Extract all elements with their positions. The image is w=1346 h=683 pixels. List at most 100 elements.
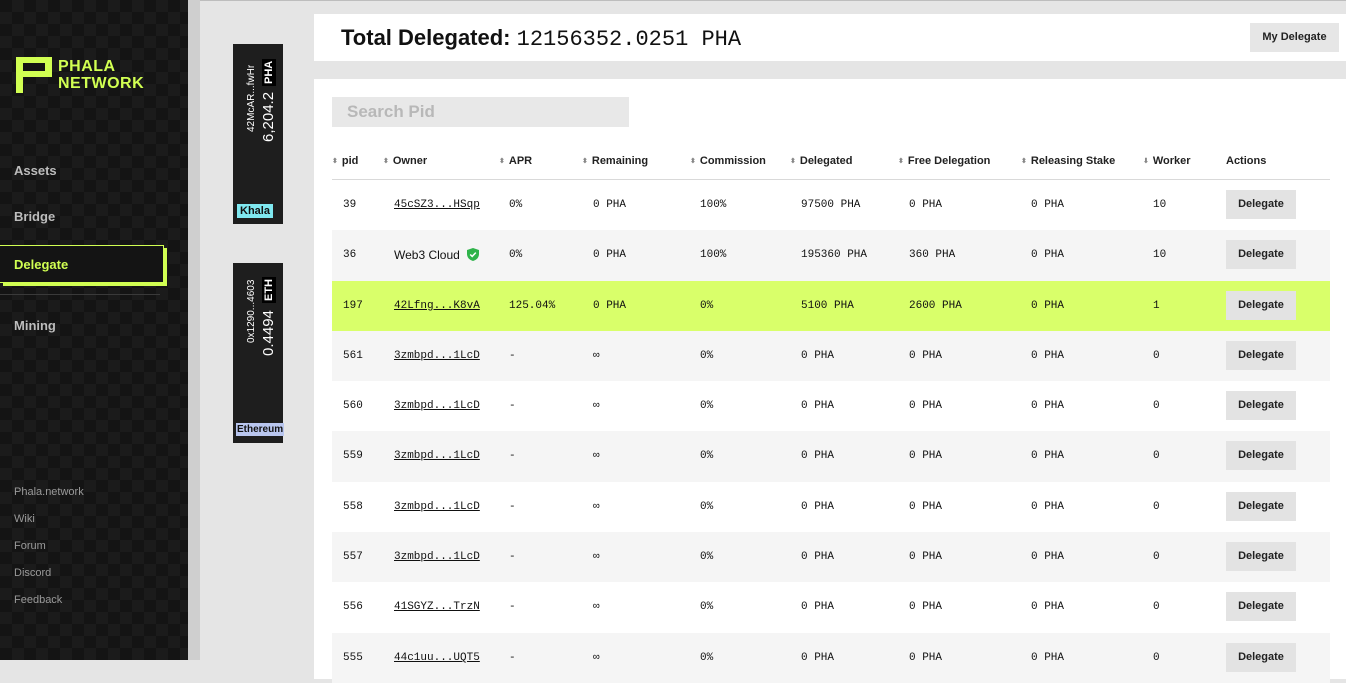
column-header-remaining[interactable]: ⬍ Remaining <box>582 155 648 167</box>
summary-header: Total Delegated: 12156352.0251 PHA My De… <box>314 14 1346 61</box>
column-label: pid <box>341 155 359 167</box>
phala-logo[interactable]: PHALA NETWORK <box>16 57 144 93</box>
cell-worker: 0 <box>1153 601 1160 614</box>
cell-pid: 560 <box>343 400 363 413</box>
cell-free-delegation: 0 PHA <box>909 450 943 463</box>
delegate-button[interactable]: Delegate <box>1226 240 1296 270</box>
network-badge-khala: Khala <box>237 204 273 218</box>
table-row: 555 44c1uu...UQT5 - ∞ 0% 0 PHA 0 PHA 0 PHA 0 Dele… <box>332 632 1330 683</box>
column-header-commission[interactable]: ⬍ Commission <box>690 155 766 167</box>
stake-pool-panel: ⬍pid ⬍Owner ⬍APR ⬍Remaining ⬍Commission … <box>314 79 1346 683</box>
table-row: 36 Web3 Cloud 0% 0 PHA 100% 195360 PHA 360 PHA… <box>332 230 1330 282</box>
cell-owner[interactable]: 3zmbpd...1LcD <box>394 381 480 431</box>
delegate-button[interactable]: Delegate <box>1226 391 1296 421</box>
table-row: 557 3zmbpd...1LcD - ∞ 0% 0 PHA 0 PHA 0 PHA 0 Dele… <box>332 532 1330 583</box>
total-delegated-value: 12156352.0251 PHA <box>516 27 742 52</box>
delegate-button[interactable]: Delegate <box>1226 491 1296 521</box>
cell-releasing-stake: 0 PHA <box>1031 500 1065 513</box>
cell-owner[interactable]: 3zmbpd...1LcD <box>394 532 480 582</box>
cell-owner: Web3 Cloud <box>394 230 479 282</box>
cell-remaining: ∞ <box>593 551 600 564</box>
delegate-button[interactable]: Delegate <box>1226 340 1296 370</box>
search-pid-input[interactable] <box>332 97 629 127</box>
nav-delegate[interactable]: Delegate <box>0 245 164 283</box>
column-header-worker[interactable]: ⬇ Worker <box>1143 155 1191 167</box>
wallet-address: 0x1290...4603 <box>246 279 257 343</box>
cell-releasing-stake: 0 PHA <box>1031 450 1065 463</box>
column-header-delegated[interactable]: ⬍ Delegated <box>790 155 852 167</box>
column-header-releasing-stake[interactable]: ⬍ Releasing Stake <box>1021 155 1115 167</box>
wallet-column-edge <box>188 0 200 660</box>
cell-owner[interactable]: 3zmbpd...1LcD <box>394 482 480 532</box>
column-header-apr[interactable]: ⬍ APR <box>499 155 532 167</box>
sort-icon: ⬍ <box>1021 158 1027 165</box>
cell-worker: 0 <box>1153 651 1160 664</box>
sort-icon: ⬍ <box>690 158 696 165</box>
cell-owner[interactable]: 3zmbpd...1LcD <box>394 331 480 381</box>
delegate-button[interactable]: Delegate <box>1226 642 1296 672</box>
cell-commission: 0% <box>700 450 714 463</box>
sort-icon-desc: ⬇ <box>1143 158 1149 165</box>
cell-owner[interactable]: 3zmbpd...1LcD <box>394 431 480 481</box>
cell-worker: 0 <box>1153 551 1160 564</box>
cell-commission: 100% <box>700 199 727 211</box>
column-label: Commission <box>699 155 766 167</box>
cell-worker: 1 <box>1153 299 1160 312</box>
cell-owner[interactable]: 41SGYZ...TrzN <box>394 582 480 632</box>
cell-apr: - <box>509 400 516 413</box>
cell-commission: 0% <box>700 500 714 513</box>
cell-apr: - <box>509 349 516 362</box>
cell-worker: 0 <box>1153 450 1160 463</box>
cell-apr: - <box>509 551 516 564</box>
cell-free-delegation: 0 PHA <box>909 349 943 362</box>
table-body: 39 45cSZ3...HSqp 0% 0 PHA 100% 97500 PHA 0 PHA… <box>332 180 1330 683</box>
column-header-owner[interactable]: ⬍ Owner <box>383 155 427 167</box>
footer-link-feedback[interactable]: Feedback <box>14 594 62 606</box>
cell-owner[interactable]: 44c1uu...UQT5 <box>394 633 480 683</box>
nav-mining[interactable]: Mining <box>14 318 56 333</box>
cell-free-delegation: 360 PHA <box>909 249 956 262</box>
cell-releasing-stake: 0 PHA <box>1031 299 1065 312</box>
column-label: Releasing Stake <box>1030 155 1116 167</box>
table-row-highlighted: 197 42Lfng...K8vA 125.04% 0 PHA 0% 5100 PHA 26… <box>332 280 1330 331</box>
cell-owner[interactable]: 42Lfng...K8vA <box>394 281 480 331</box>
nav-bridge[interactable]: Bridge <box>14 209 55 224</box>
column-header-pid[interactable]: ⬍ pid <box>332 155 358 167</box>
cell-apr: 0% <box>509 249 523 262</box>
cell-releasing-stake: 0 PHA <box>1031 601 1065 614</box>
footer-link-forum[interactable]: Forum <box>14 540 46 552</box>
wallet-card-ethereum[interactable]: 0x1290...4603 0.4494 ETH Ethereum <box>233 263 285 443</box>
cell-delegated: 0 PHA <box>801 349 835 362</box>
delegate-button[interactable]: Delegate <box>1226 441 1296 471</box>
my-delegate-button[interactable]: My Delegate <box>1250 23 1339 52</box>
footer-link-discord[interactable]: Discord <box>14 567 51 579</box>
delegate-button[interactable]: Delegate <box>1226 592 1296 622</box>
cell-delegated: 0 PHA <box>801 651 835 664</box>
cell-releasing-stake: 0 PHA <box>1031 400 1065 413</box>
cell-apr: 125.04% <box>509 299 556 312</box>
delegate-button[interactable]: Delegate <box>1226 542 1296 572</box>
cell-commission: 0% <box>700 551 714 564</box>
wallet-card-khala[interactable]: 42McAR...fwHr 6,204.2 PHA Khala <box>233 44 283 224</box>
delegate-button[interactable]: Delegate <box>1226 290 1296 320</box>
footer-link-wiki[interactable]: Wiki <box>14 513 35 525</box>
cell-remaining: ∞ <box>593 349 600 362</box>
cell-commission: 0% <box>700 400 714 413</box>
column-header-free-delegation[interactable]: ⬍ Free Delegation <box>898 155 990 167</box>
wallet-address: 42McAR...fwHr <box>246 64 257 132</box>
column-label: Free Delegation <box>907 155 991 167</box>
logo-line-1: PHALA <box>58 58 116 75</box>
total-delegated: Total Delegated: 12156352.0251 PHA <box>341 25 741 52</box>
cell-pid: 39 <box>343 199 357 211</box>
cell-apr: - <box>509 651 516 664</box>
cell-owner[interactable]: 45cSZ3...HSqp <box>394 180 480 230</box>
cell-commission: 100% <box>700 249 727 262</box>
cell-remaining: ∞ <box>593 400 600 413</box>
delegate-button[interactable]: Delegate <box>1226 190 1296 219</box>
table-row: 561 3zmbpd...1LcD - ∞ 0% 0 PHA 0 PHA 0 PHA 0 Dele… <box>332 330 1330 382</box>
column-label: APR <box>508 155 533 167</box>
nav-assets[interactable]: Assets <box>14 163 57 178</box>
footer-link-phala-network[interactable]: Phala.network <box>14 486 84 498</box>
cell-releasing-stake: 0 PHA <box>1031 249 1065 262</box>
total-delegated-label: Total Delegated: <box>341 25 511 50</box>
